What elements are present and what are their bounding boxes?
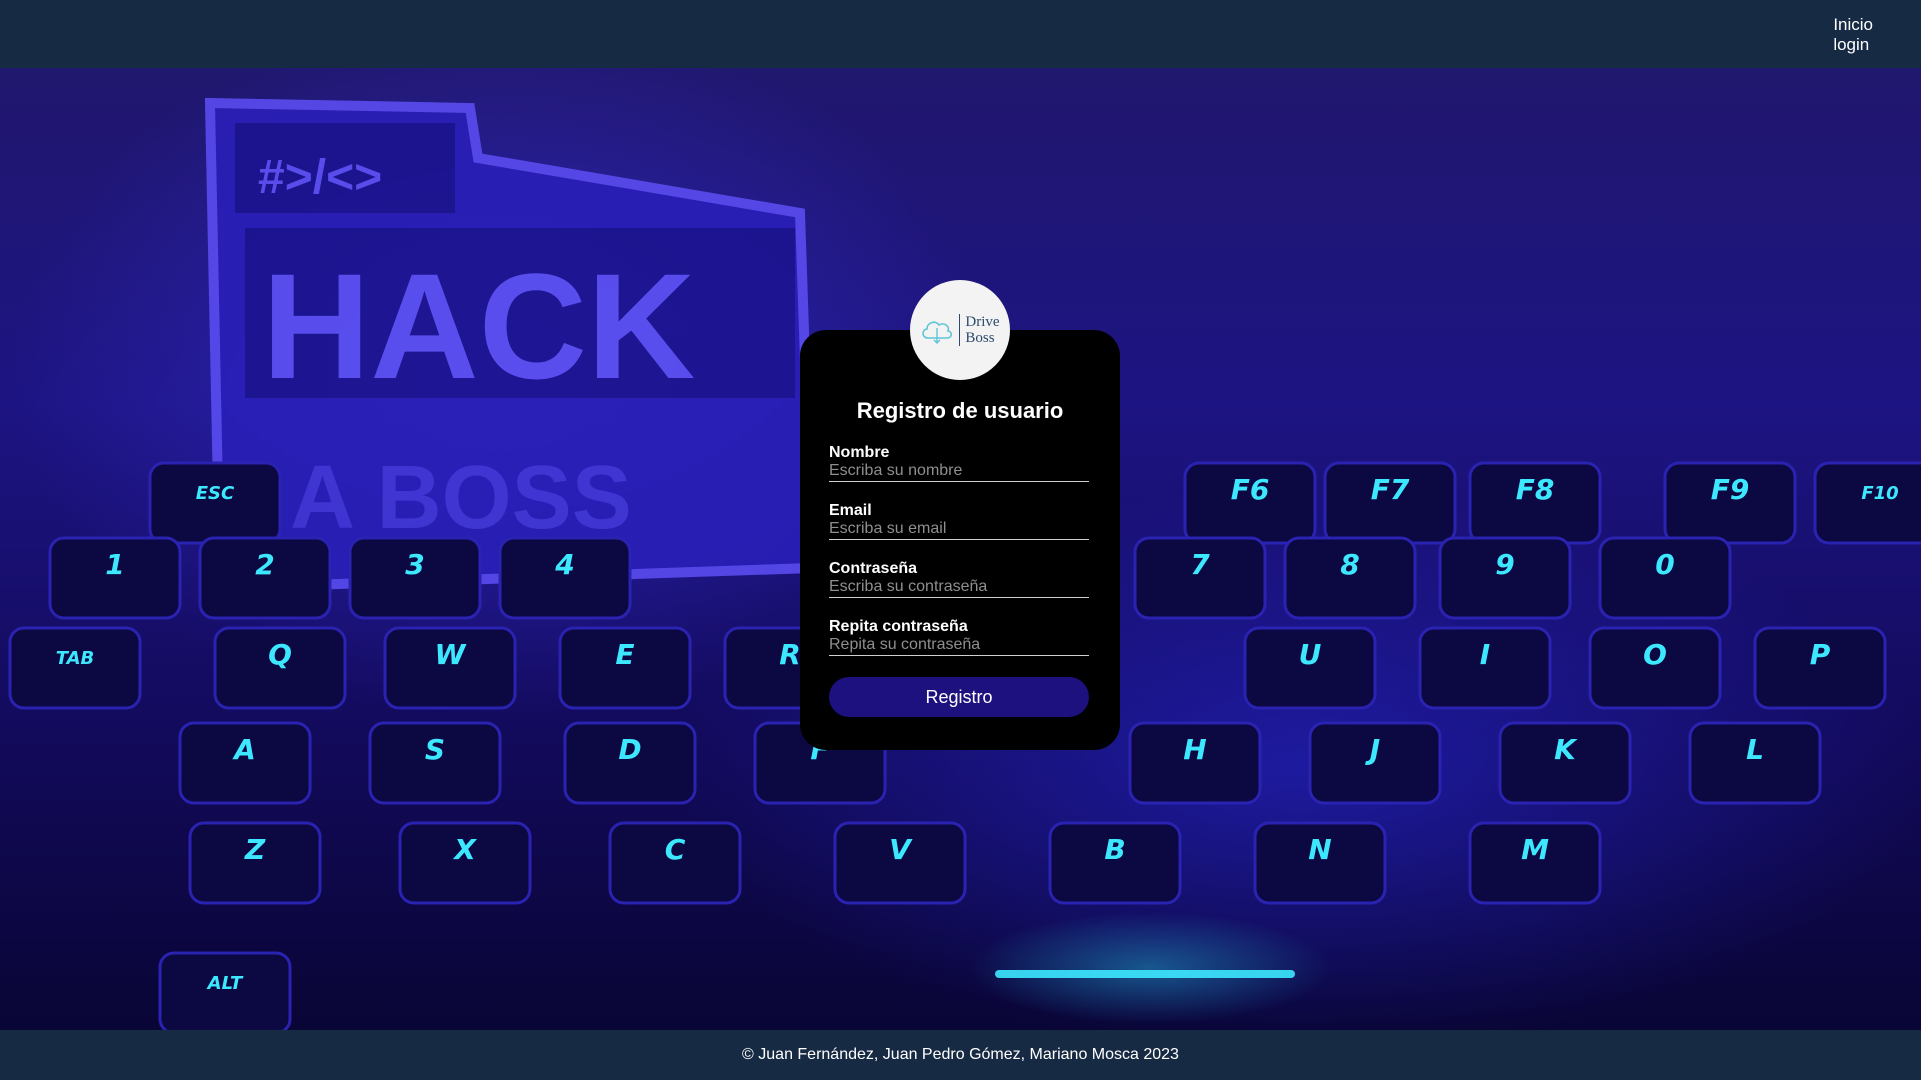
keyboard-key-label: V [889,833,913,866]
password-repeat-label: Repita contraseña [829,618,968,635]
keyboard-key-label: U [1299,638,1322,671]
register-button[interactable]: Registro [829,677,1089,717]
keyboard-key-label: M [1521,833,1549,866]
keyboard-key-label: 9 [1495,548,1514,581]
keyboard-key-label: Q [268,638,292,671]
keyboard-key-label: F8 [1516,473,1555,506]
keyboard-key-label: P [1810,638,1831,671]
keyboard-key-label: B [1104,833,1125,866]
keyboard-key-label: K [1554,733,1578,766]
keyboard-key-label: R [779,638,801,671]
nombre-label: Nombre [829,444,890,461]
keyboard-key-label: 0 [1655,548,1674,581]
copyright-text: © Juan Fernández, Juan Pedro Gómez, Mari… [742,1046,1179,1063]
keyboard-key-label: C [665,833,686,866]
logo-line-2: Boss [965,330,995,346]
keyboard-key-label: F10 [1861,483,1898,504]
sticker-tag-text: #>/<> [258,151,382,204]
keyboard-key-label: H [1183,733,1206,766]
field-password: Contraseña [829,560,1091,598]
top-nav: Inicio login [1833,16,1873,54]
password-input[interactable] [829,577,1089,598]
keyboard-key-label: F7 [1371,473,1410,506]
sticker-word-text: HACK [262,242,695,410]
keyboard-key-label: I [1480,638,1490,671]
keyboard-key-label: ESC [196,483,235,504]
email-input[interactable] [829,519,1089,540]
nombre-input[interactable] [829,461,1089,482]
password-label: Contraseña [829,560,918,577]
logo-line-1: Drive [965,314,1000,330]
password-repeat-input[interactable] [829,635,1089,656]
logo-text: Drive Boss [959,314,1000,346]
register-card: Registro de usuario Nombre Email Contras… [800,330,1120,750]
keyboard-key-label: A [232,733,256,766]
keyboard-key-label: 2 [255,548,274,581]
sticker-word2-text: A BOSS [290,448,632,548]
keyboard-key-label: O [1643,638,1667,671]
keyboard-key-label: F9 [1711,473,1750,506]
nav-link-login[interactable]: login [1833,36,1873,54]
field-password-repeat: Repita contraseña [829,618,1091,656]
cloud-icon [922,321,953,344]
footer: © Juan Fernández, Juan Pedro Gómez, Mari… [0,1030,1921,1080]
keyboard-key-label: Z [244,833,266,866]
nav-link-inicio[interactable]: Inicio [1833,16,1873,34]
keyboard-key-label: E [615,638,634,671]
top-bar: Inicio login [0,0,1921,68]
keyboard-key-label: ALT [206,973,244,994]
keyboard-key-label: TAB [56,648,95,669]
keyboard-key-label: N [1308,833,1331,866]
keyboard-key-label: X [452,833,477,866]
keyboard-key-label: F6 [1231,473,1270,506]
email-label: Email [829,502,872,519]
keyboard-key-label: W [435,638,467,671]
keyboard-key-label: 8 [1340,548,1359,581]
keyboard-key-label: S [425,733,445,766]
keyboard-key-label: D [618,733,641,766]
keyboard-key-label: 1 [105,548,124,581]
hack-a-boss-sticker: #>/<> HACK A BOSS [204,97,818,594]
keyboard-key-label: 3 [405,548,424,581]
form-title: Registro de usuario [856,398,1064,423]
keyboard-key-label: 7 [1190,548,1210,581]
drive-boss-logo: Drive Boss [910,280,1010,380]
led-strip [995,970,1295,978]
field-nombre: Nombre [829,444,1091,482]
field-email: Email [829,502,1091,540]
keyboard-key-label: L [1746,733,1764,766]
keyboard-key-label: 4 [554,548,574,581]
